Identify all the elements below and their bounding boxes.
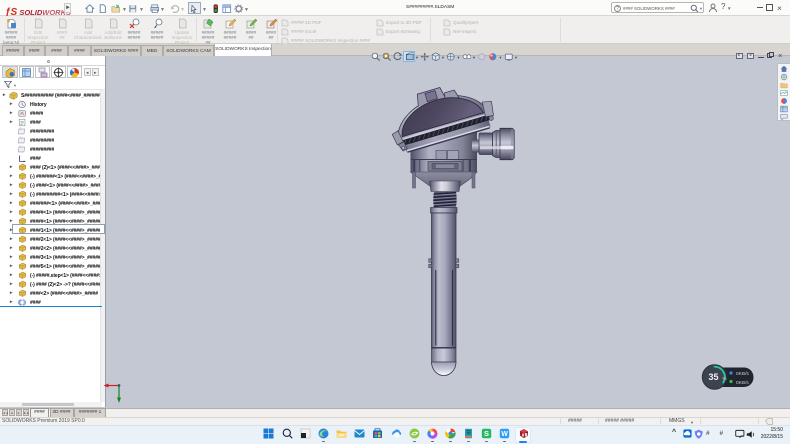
svg-text:W: W bbox=[502, 431, 509, 438]
svg-text:0KB/s: 0KB/s bbox=[736, 380, 749, 386]
svg-text:%: % bbox=[723, 376, 727, 381]
svg-text:0KB/s: 0KB/s bbox=[736, 371, 749, 377]
svg-text:35: 35 bbox=[708, 372, 718, 382]
svg-text:S: S bbox=[484, 429, 489, 438]
